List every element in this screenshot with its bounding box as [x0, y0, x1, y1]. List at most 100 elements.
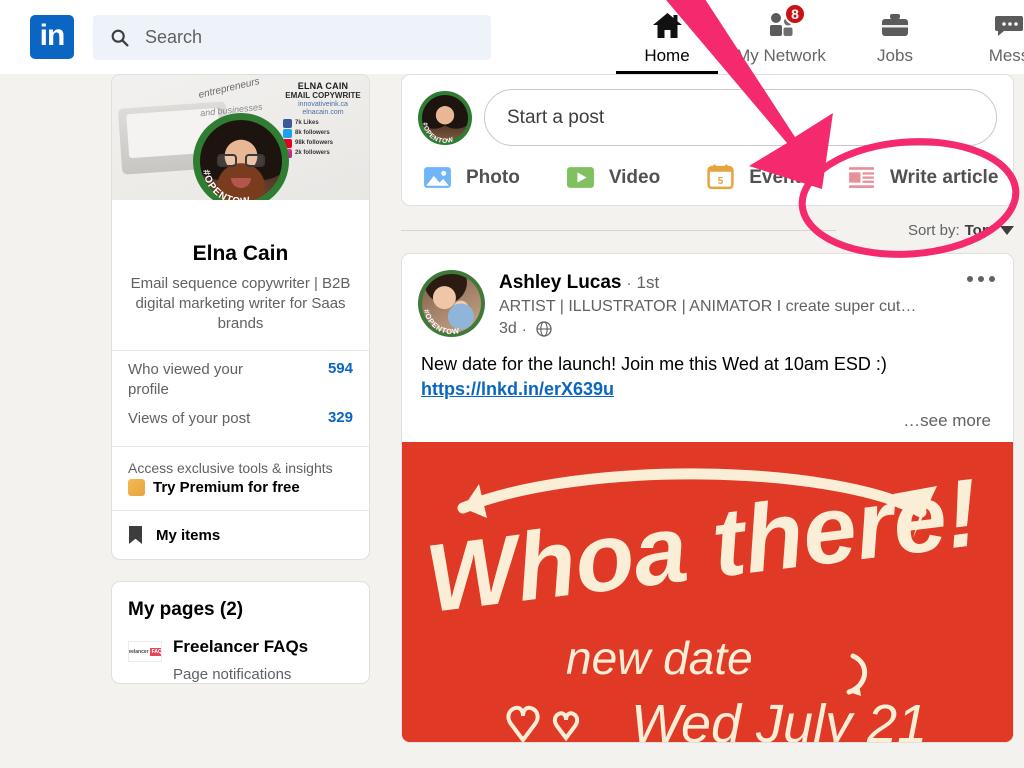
profile-headline: Email sequence copywriter | B2B digital …: [130, 275, 351, 332]
composer-action-event[interactable]: 5 Event: [706, 163, 801, 192]
svg-text:5: 5: [718, 176, 724, 187]
event-icon: 5: [707, 164, 734, 190]
stat-row-profile-views[interactable]: Who viewed your profile 594: [112, 351, 369, 401]
article-icon: [849, 167, 874, 188]
page-list-item[interactable]: Freelancer FAQs Freelancer FAQs Page not…: [112, 631, 369, 683]
nav-label-jobs: Jobs: [877, 46, 913, 65]
open-to-work-badge: #OPENTOWORK: [193, 113, 252, 200]
cover-social-list: 7k Likes 8k followers 98k followers 2k f…: [283, 118, 363, 158]
profile-cover-image: entrepreneurs and businesses ELNA CAIN E…: [112, 75, 369, 200]
cover-brand-site-2: elnacain.com: [302, 108, 344, 116]
photo-icon: [424, 167, 451, 188]
stat-value: 329: [327, 409, 353, 427]
stat-row-post-views[interactable]: Views of your post 329: [112, 400, 369, 429]
bookmark-icon: [129, 526, 142, 545]
page-logo-text-a: Freelancer: [128, 648, 149, 655]
nav-item-home[interactable]: Home: [610, 0, 724, 74]
post-author-line: Ashley Lucas · 1st: [499, 272, 916, 294]
composer-action-label: Event: [749, 166, 801, 188]
left-sidebar: entrepreneurs and businesses ELNA CAIN E…: [111, 74, 370, 684]
cover-social-stat: 98k followers: [295, 139, 334, 146]
my-pages-title: My pages (2): [128, 599, 244, 621]
composer-avatar[interactable]: #OPENTOWORK: [418, 90, 472, 145]
my-pages-card: My pages (2) Freelancer FAQs Freelancer …: [111, 581, 370, 684]
page-notifications-label[interactable]: Page notifications: [173, 666, 308, 683]
post-composer: #OPENTOWORK Start a post Photo: [401, 74, 1014, 206]
search-input[interactable]: Search: [93, 14, 491, 60]
nav-label-messaging: Mess: [988, 46, 1024, 65]
profile-avatar[interactable]: #OPENTOWORK: [192, 113, 289, 200]
nav-items: Home 8 My Network Jobs Mes: [610, 0, 1024, 74]
chevron-down-icon[interactable]: [1000, 225, 1014, 235]
cover-social-stat: 8k followers: [295, 129, 330, 136]
post-link[interactable]: https://lnkd.in/erX639u: [421, 379, 994, 400]
cover-social-row: 98k followers: [283, 138, 363, 148]
post-author-headline: ARTIST | ILLUSTRATOR | ANIMATOR I create…: [499, 298, 917, 315]
video-icon: [566, 167, 594, 188]
cover-social-row: 7k Likes: [283, 118, 363, 128]
sort-by-label: Sort by:: [907, 221, 960, 239]
separator-dot: ·: [626, 275, 632, 292]
sort-row: Sort by: Top: [401, 219, 1014, 241]
composer-action-photo[interactable]: Photo: [423, 163, 520, 192]
my-network-badge: 8: [784, 3, 806, 25]
cover-social-row: 2k followers: [283, 148, 363, 158]
post-author-avatar[interactable]: #OPENTOWORK: [418, 270, 485, 337]
stat-value: 594: [327, 359, 353, 377]
nav-label-my-network: My Network: [736, 46, 826, 65]
cover-brand-site-1: innovativeink.ca: [298, 100, 348, 108]
premium-pitch: Access exclusive tools & insights: [128, 459, 333, 476]
premium-promo[interactable]: Access exclusive tools & insights Try Pr…: [112, 447, 369, 511]
cover-social-row: 8k followers: [283, 128, 363, 138]
page-name[interactable]: Freelancer FAQs: [173, 637, 308, 657]
page-text-block: Freelancer FAQs Page notifications: [173, 637, 308, 682]
home-icon: [652, 9, 683, 41]
profile-card[interactable]: entrepreneurs and businesses ELNA CAIN E…: [111, 74, 370, 561]
sort-divider-line: [401, 230, 836, 231]
linkedin-logo[interactable]: in: [30, 15, 74, 59]
see-more-button[interactable]: …see more: [421, 411, 994, 431]
post-text: New date for the launch! Join me this We…: [421, 354, 887, 374]
premium-square-icon: [128, 479, 145, 497]
cover-brand-name: ELNA CAIN: [297, 81, 349, 91]
my-items-label: My items: [156, 526, 221, 544]
messaging-icon: [994, 9, 1024, 41]
stat-label: Who viewed your profile: [128, 360, 244, 399]
page-logo-text-b: FAQs: [149, 647, 161, 656]
svg-text:#OPENTOWORK: #OPENTOWORK: [418, 91, 455, 145]
start-a-post-input[interactable]: Start a post: [484, 89, 997, 146]
feed-post: #OPENTOWORK Ashley Lucas · 1st ARTIST | …: [401, 253, 1014, 744]
post-author-name[interactable]: Ashley Lucas: [499, 272, 622, 294]
nav-item-my-network[interactable]: 8 My Network: [724, 0, 838, 74]
svg-text:Wed July 21: Wed July 21: [631, 694, 927, 742]
composer-actions: Photo Video 5 Event Write article: [418, 163, 998, 192]
nav-item-jobs[interactable]: Jobs: [838, 0, 952, 74]
my-items-link[interactable]: My items: [112, 511, 369, 559]
globe-icon: [536, 321, 552, 337]
more-options-icon[interactable]: [967, 276, 995, 282]
people-icon: 8: [765, 3, 806, 41]
separator-dot: ·: [521, 320, 527, 338]
main-feed: #OPENTOWORK Start a post Photo: [401, 74, 1014, 744]
post-timestamp: 3d: [499, 320, 517, 337]
briefcase-icon: [880, 9, 910, 41]
composer-action-video[interactable]: Video: [566, 163, 660, 192]
open-to-work-badge: #OPENTOWORK: [418, 91, 455, 145]
composer-action-write-article[interactable]: Write article: [847, 163, 998, 192]
page-body: entrepreneurs and businesses ELNA CAIN E…: [0, 74, 1024, 768]
post-header: #OPENTOWORK Ashley Lucas · 1st ARTIST | …: [402, 254, 1013, 338]
post-body: New date for the launch! Join me this We…: [402, 338, 1013, 431]
profile-name[interactable]: Elna Cain: [112, 242, 369, 266]
cover-social-stat: 2k followers: [295, 149, 330, 156]
sort-by-value[interactable]: Top: [965, 222, 991, 239]
cover-brand-role: EMAIL COPYWRITE: [285, 91, 361, 101]
svg-text:new date: new date: [566, 632, 753, 684]
post-image[interactable]: Whoa there! new date Wed July 21: [402, 442, 1013, 743]
post-timestamp-row: 3d ·: [499, 320, 916, 338]
page-logo: Freelancer FAQs: [128, 641, 162, 663]
nav-item-messaging[interactable]: Mess: [952, 0, 1024, 74]
svg-text:#OPENTOWORK: #OPENTOWORK: [193, 113, 252, 200]
composer-action-label: Video: [608, 166, 661, 188]
premium-cta-row[interactable]: Try Premium for free: [128, 479, 353, 497]
